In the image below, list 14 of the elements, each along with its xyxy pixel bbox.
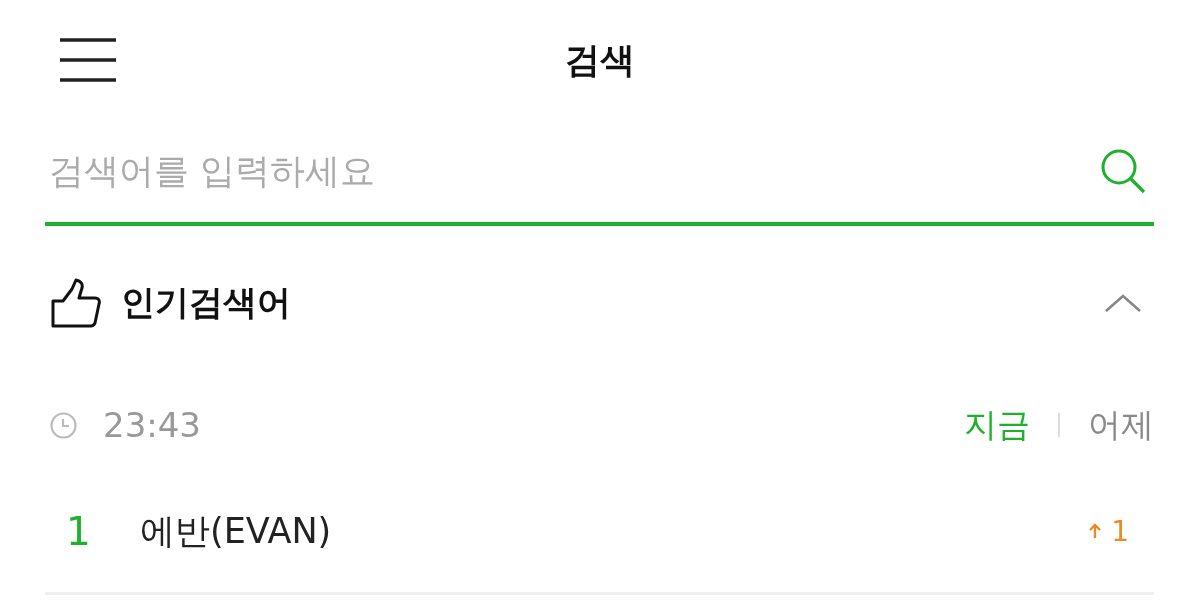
rank-number: 1 (66, 508, 92, 554)
period-tab[interactable]: 어제 (1088, 402, 1154, 448)
clock-icon (50, 411, 77, 439)
arrow-up-icon (1089, 523, 1102, 539)
rank-change: 1 (1111, 514, 1129, 548)
thumbs-up-icon (51, 278, 101, 328)
page-title: 검색 (564, 38, 635, 82)
update-time: 23:43 (103, 405, 201, 445)
section-title: 인기검색어 (121, 281, 291, 324)
collapse-button[interactable] (1104, 293, 1142, 313)
keyword-link[interactable]: 에반(EVAN) (140, 507, 332, 555)
search-input[interactable]: 검색어를 입력하세요 (45, 146, 1100, 196)
search-button[interactable] (1100, 148, 1146, 194)
period-tab[interactable]: 지금 (964, 402, 1030, 448)
